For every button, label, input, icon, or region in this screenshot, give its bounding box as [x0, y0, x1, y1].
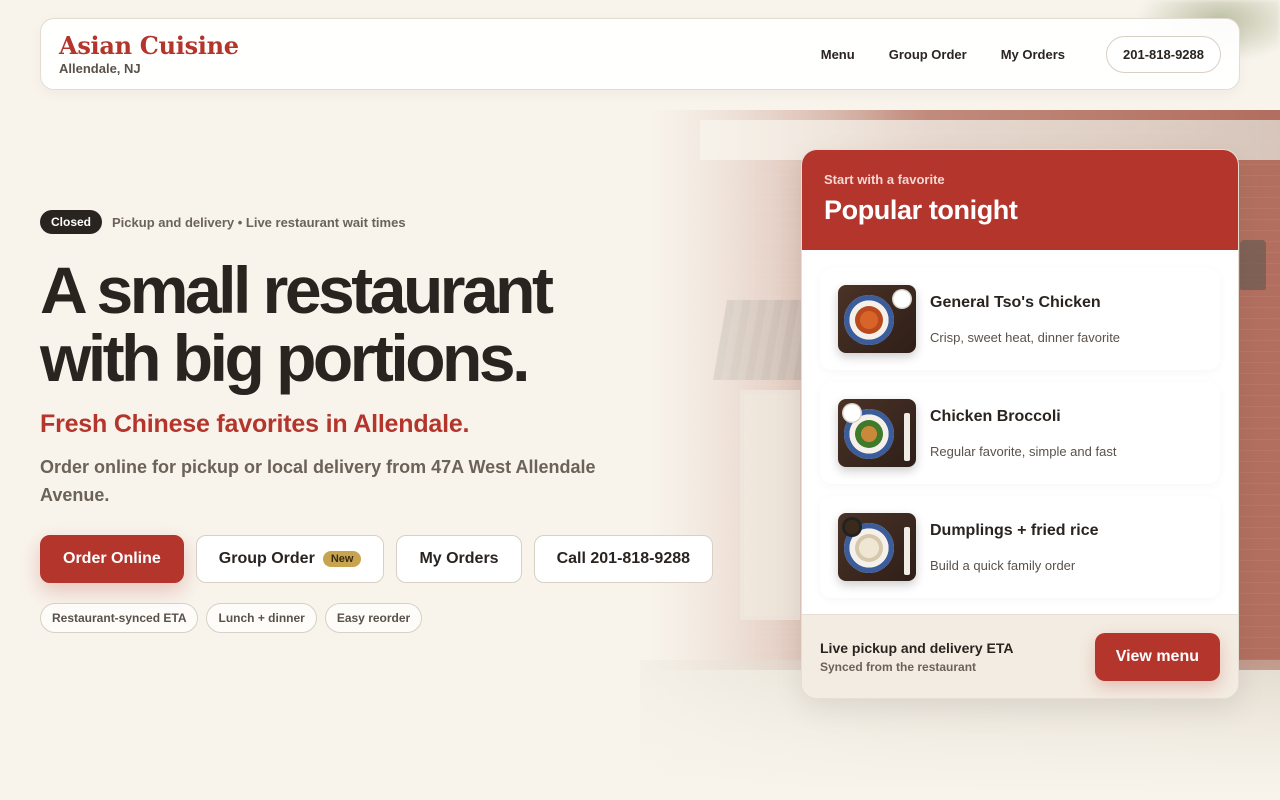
header-phone-button[interactable]: 201-818-9288 — [1106, 35, 1221, 73]
general-tso-photo — [838, 285, 916, 353]
sauce-bowl-shape — [842, 517, 862, 537]
popular-items-list: General Tso's Chicken Crisp, sweet heat,… — [802, 250, 1238, 598]
footer-title: Live pickup and delivery ETA — [820, 639, 1014, 656]
popular-card: Start with a favorite Popular tonight Ge… — [801, 149, 1239, 699]
my-orders-button[interactable]: My Orders — [396, 535, 522, 583]
chip-lunch-dinner: Lunch + dinner — [206, 603, 317, 633]
popular-title: Popular tonight — [824, 195, 1018, 225]
order-online-label: Order Online — [63, 550, 161, 567]
brand[interactable]: Asian Cuisine Allendale, NJ — [59, 32, 239, 76]
item-text: General Tso's Chicken Crisp, sweet heat,… — [930, 294, 1120, 345]
popular-item-chicken-broccoli[interactable]: Chicken Broccoli Regular favorite, simpl… — [820, 382, 1220, 484]
status-note: Pickup and delivery • Live restaurant wa… — [112, 214, 406, 230]
call-label: Call 201-818-9288 — [556, 550, 691, 567]
new-badge: New — [322, 551, 362, 567]
chip-reorder: Easy reorder — [324, 603, 423, 633]
hero-subhead: Fresh Chinese favorites in Allendale. — [40, 410, 470, 438]
popular-item-general-tso[interactable]: General Tso's Chicken Crisp, sweet heat,… — [820, 268, 1220, 370]
main-nav: Menu Group Order My Orders 201-818-9288 — [804, 35, 1221, 73]
item-description: Crisp, sweet heat, dinner favorite — [930, 329, 1121, 345]
item-name: Chicken Broccoli — [930, 407, 1061, 425]
item-text: Chicken Broccoli Regular favorite, simpl… — [930, 408, 1116, 459]
food-shape — [855, 420, 883, 448]
item-description: Regular favorite, simple and fast — [930, 443, 1117, 459]
site-header: Asian Cuisine Allendale, NJ Menu Group O… — [40, 18, 1240, 90]
food-shape — [855, 306, 883, 334]
brand-location: Allendale, NJ — [59, 60, 141, 76]
order-online-button[interactable]: Order Online — [40, 535, 184, 583]
hero-description: Order online for pickup or local deliver… — [40, 457, 596, 505]
group-order-label: Group Order — [218, 550, 315, 567]
popular-card-header: Start with a favorite Popular tonight — [802, 150, 1238, 250]
chip-eta: Restaurant-synced ETA — [40, 603, 199, 633]
feature-chips: Restaurant-synced ETA Lunch + dinner Eas… — [40, 603, 740, 633]
chopsticks-shape — [904, 527, 910, 575]
my-orders-label: My Orders — [419, 550, 499, 567]
nav-my-orders-link[interactable]: My Orders — [984, 37, 1082, 72]
call-button[interactable]: Call 201-818-9288 — [533, 535, 714, 583]
view-menu-button[interactable]: View menu — [1094, 632, 1220, 681]
dumplings-photo — [838, 513, 916, 581]
popular-card-footer: Live pickup and delivery ETA Synced from… — [802, 614, 1238, 698]
rice-bowl-shape — [842, 403, 862, 423]
nav-menu-link[interactable]: Menu — [804, 37, 872, 72]
rice-bowl-shape — [892, 289, 912, 309]
status-row: Closed Pickup and delivery • Live restau… — [40, 210, 740, 234]
brand-name[interactable]: Asian Cuisine — [59, 32, 239, 59]
status-badge: Closed — [40, 210, 103, 234]
hero-headline: A small restaurant with big portions. — [40, 253, 554, 395]
footer-subtitle: Synced from the restaurant — [820, 659, 977, 674]
item-description: Build a quick family order — [930, 557, 1076, 573]
item-name: General Tso's Chicken — [930, 293, 1101, 311]
nav-group-order-link[interactable]: Group Order — [872, 37, 984, 72]
item-name: Dumplings + fried rice — [930, 521, 1099, 539]
footer-text: Live pickup and delivery ETA Synced from… — [820, 640, 1013, 674]
group-order-button[interactable]: Group Order New — [195, 535, 385, 583]
item-text: Dumplings + fried rice Build a quick fam… — [930, 522, 1098, 573]
food-shape — [855, 534, 883, 562]
popular-item-dumplings[interactable]: Dumplings + fried rice Build a quick fam… — [820, 496, 1220, 598]
chopsticks-shape — [904, 413, 910, 461]
cta-row: Order Online Group Order New My Orders C… — [40, 535, 740, 583]
hero-section: Closed Pickup and delivery • Live restau… — [40, 210, 740, 633]
chicken-broccoli-photo — [838, 399, 916, 467]
popular-eyebrow: Start with a favorite — [824, 172, 945, 187]
